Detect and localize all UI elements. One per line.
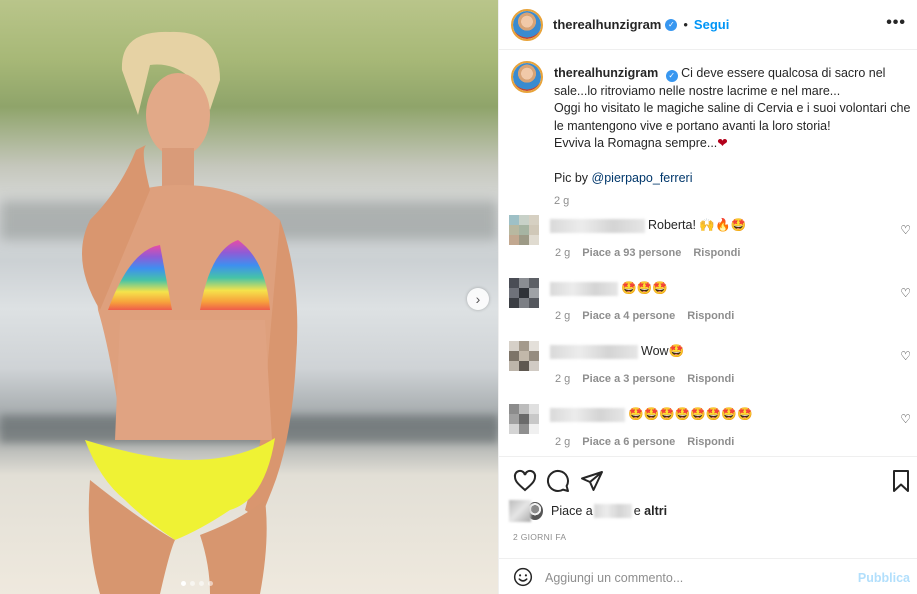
author-username[interactable]: therealhunzigram [553,17,661,32]
comment-item: 🤩🤩🤩🤩🤩🤩🤩🤩 2 g Piace a 6 persone Rispondi … [509,402,914,456]
comment-reply-button[interactable]: Rispondi [687,373,734,385]
liked-by-summary: Piace a e altri [509,500,667,522]
comment-item: Wow🤩 2 g Piace a 3 persone Rispondi ♡ [509,339,914,393]
caption-username[interactable]: therealhunzigram [554,66,658,80]
more-options-icon[interactable]: ••• [886,14,906,32]
commenter-avatar[interactable] [509,278,539,308]
post-side-panel: therealhunzigram ✓ • Segui ••• therealhu… [498,0,917,594]
carousel-dot-active [181,581,186,586]
caption-line-3: Evviva la Romagna sempre... [554,136,718,150]
carousel-dot [190,581,195,586]
comment-likes[interactable]: Piace a 6 persone [582,436,675,448]
comment-bubble-icon[interactable] [546,469,570,493]
liked-by-others-link[interactable]: altri [644,504,667,518]
publish-button[interactable]: Pubblica [858,571,910,585]
comments-scroll-area[interactable]: therealhunzigram ✓ Ci deve essere qualco… [499,51,917,456]
comment-text: 🤩🤩🤩 [621,281,668,295]
carousel-dot [199,581,204,586]
post-photo[interactable]: › [0,0,498,594]
commenter-avatar[interactable] [509,404,539,434]
comment-time[interactable]: 2 g [555,373,570,385]
comment-item: 🤩🤩🤩 2 g Piace a 4 persone Rispondi ♡ [509,276,914,330]
comment-like-heart-icon[interactable]: ♡ [900,223,911,237]
comment-reply-button[interactable]: Rispondi [693,247,740,259]
caption-text: therealhunzigram ✓ Ci deve essere qualco… [554,65,914,187]
comment-likes[interactable]: Piace a 93 persone [582,247,681,259]
caption-timestamp[interactable]: 2 g [554,195,569,207]
comment-text: Wow🤩 [641,344,685,358]
comment-composer: Pubblica [499,558,917,594]
liker-username-blurred[interactable] [593,504,632,518]
comment-meta: 2 g Piace a 6 persone Rispondi [555,436,734,448]
caption-line-2: Oggi ho visitato le magiche saline di Ce… [554,101,911,133]
emoji-smiley-icon[interactable] [513,567,533,587]
comment-time[interactable]: 2 g [555,310,570,322]
commenter-avatar[interactable] [509,215,539,245]
follow-button[interactable]: Segui [694,17,729,32]
post-header: therealhunzigram ✓ • Segui ••• [499,0,917,50]
comment-meta: 2 g Piace a 3 persone Rispondi [555,373,734,385]
carousel-next-button[interactable]: › [467,288,489,310]
post-date[interactable]: 2 GIORNI FA [513,532,566,542]
comment-text-line: Roberta! 🙌🔥🤩 [550,218,746,233]
comment-text-line: Wow🤩 [550,344,684,359]
photo-subject-figure [82,31,298,594]
header-separator: • [683,17,688,32]
comment-like-heart-icon[interactable]: ♡ [900,349,911,363]
like-heart-icon[interactable] [513,469,537,493]
caption-mention-link[interactable]: @pierpapo_ferreri [592,171,693,185]
caption-author-avatar[interactable] [511,61,543,93]
comment-reply-button[interactable]: Rispondi [687,436,734,448]
comment-time[interactable]: 2 g [555,247,570,259]
comment-meta: 2 g Piace a 93 persone Rispondi [555,247,740,259]
share-paper-plane-icon[interactable] [580,469,604,493]
comment-reply-button[interactable]: Rispondi [687,310,734,322]
comment-text: 🤩🤩🤩🤩🤩🤩🤩🤩 [628,407,753,421]
carousel-dot [208,581,213,586]
comment-time[interactable]: 2 g [555,436,570,448]
comment-text-line: 🤩🤩🤩 [550,281,668,296]
comment-like-heart-icon[interactable]: ♡ [900,412,911,426]
caption-pic-by: Pic by [554,170,589,185]
red-heart-emoji-icon: ❤ [717,136,728,150]
comment-item: Roberta! 🙌🔥🤩 2 g Piace a 93 persone Risp… [509,213,914,267]
comment-like-heart-icon[interactable]: ♡ [900,286,911,300]
comment-text: Roberta! 🙌🔥🤩 [648,218,747,232]
comment-meta: 2 g Piace a 4 persone Rispondi [555,310,734,322]
liked-by-conj: e [633,504,641,518]
comment-text-line: 🤩🤩🤩🤩🤩🤩🤩🤩 [550,407,753,422]
commenter-username-blurred[interactable] [550,218,645,233]
liker-avatar-blurred[interactable] [509,500,531,522]
liked-by-prefix: Piace a [551,504,593,518]
commenter-username-blurred[interactable] [550,407,625,422]
comment-likes[interactable]: Piace a 4 persone [582,310,675,322]
commenter-username-blurred[interactable] [550,344,638,359]
verified-badge-icon: ✓ [665,18,678,31]
save-bookmark-icon[interactable] [889,469,913,493]
carousel-dots [181,581,213,586]
comment-likes[interactable]: Piace a 3 persone [582,373,675,385]
verified-badge-icon: ✓ [665,70,678,82]
commenter-avatar[interactable] [509,341,539,371]
author-avatar[interactable] [511,8,543,41]
comment-input[interactable] [545,568,845,588]
post-action-bar [499,456,917,504]
commenter-username-blurred[interactable] [550,281,618,296]
